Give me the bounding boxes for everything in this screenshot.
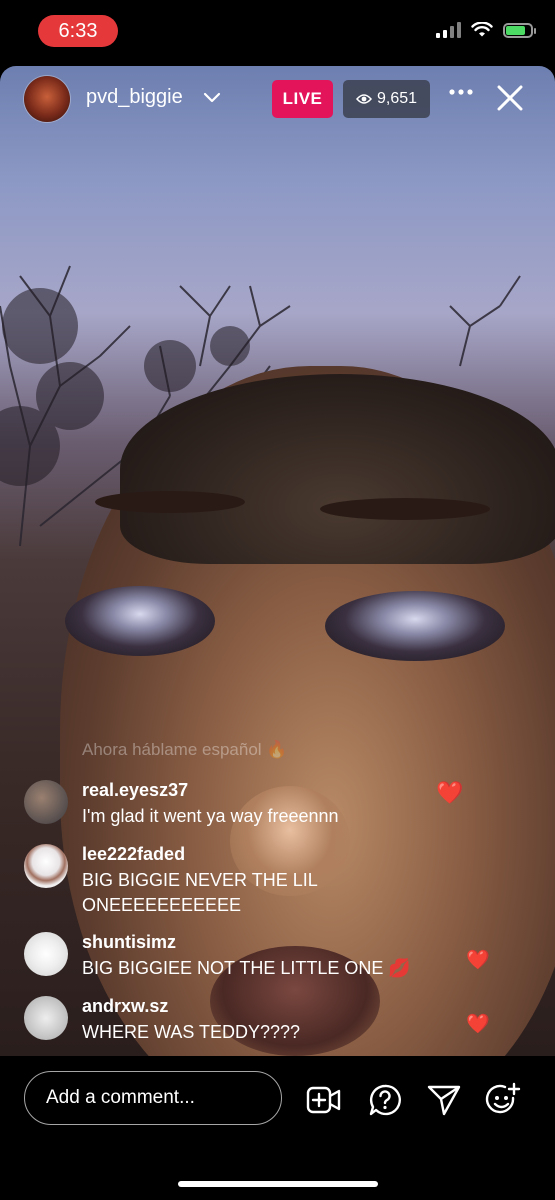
commenter-avatar[interactable] bbox=[24, 844, 68, 888]
left-eye-glitter bbox=[65, 586, 215, 656]
heart-icon: ❤️ bbox=[436, 780, 464, 805]
add-emoji-icon[interactable] bbox=[485, 1082, 521, 1118]
status-bar: 6:33 bbox=[0, 0, 555, 62]
right-eye-glitter bbox=[325, 591, 505, 661]
streamer-hair bbox=[120, 374, 555, 564]
heart-icon: ❤️ bbox=[466, 950, 490, 971]
faded-comment: Ahora háblame español 🔥 bbox=[82, 740, 288, 759]
comment-text: BIG BIGGIE NEVER THE LIL ONEEEEEEEEEEE bbox=[82, 870, 318, 915]
comment-text: BIG BIGGIEE NOT THE LITTLE ONE 💋 bbox=[82, 958, 411, 978]
commenter-username[interactable]: lee222faded bbox=[82, 844, 185, 865]
heart-icon: ❤️ bbox=[466, 1014, 490, 1035]
send-icon[interactable] bbox=[426, 1082, 462, 1118]
question-icon[interactable] bbox=[367, 1082, 403, 1118]
bottom-action-bar: Add a comment... bbox=[0, 1056, 555, 1200]
comment-text: WHERE WAS TEDDY???? bbox=[82, 1022, 301, 1042]
commenter-avatar[interactable] bbox=[24, 780, 68, 824]
comment-item: shuntisimz BIG BIGGIEE NOT THE LITTLE ON… bbox=[24, 932, 544, 984]
chevron-down-icon[interactable] bbox=[202, 88, 222, 108]
live-badge: LIVE bbox=[272, 80, 333, 118]
viewer-count-badge[interactable]: 9,651 bbox=[343, 80, 430, 118]
comment-item: real.eyesz37 I'm glad it went ya way fre… bbox=[24, 780, 544, 830]
commenter-username[interactable]: real.eyesz37 bbox=[82, 780, 188, 801]
close-icon[interactable] bbox=[494, 82, 526, 114]
streamer-avatar[interactable] bbox=[24, 76, 70, 122]
commenter-username[interactable]: shuntisimz bbox=[82, 932, 176, 953]
comment-text: I'm glad it went ya way freeennn bbox=[82, 806, 339, 826]
add-video-icon[interactable] bbox=[306, 1082, 342, 1118]
viewer-count: 9,651 bbox=[376, 90, 418, 107]
status-time: 6:33 bbox=[38, 15, 118, 47]
right-eyebrow bbox=[320, 498, 490, 520]
live-header: pvd_biggie LIVE 9,651 bbox=[0, 72, 555, 128]
commenter-avatar[interactable] bbox=[24, 932, 68, 976]
comment-item: lee222faded BIG BIGGIE NEVER THE LIL ONE… bbox=[24, 844, 544, 922]
left-eyebrow bbox=[95, 491, 245, 513]
cellular-signal-icon bbox=[436, 22, 461, 38]
add-comment-input[interactable]: Add a comment... bbox=[24, 1071, 282, 1125]
status-icons bbox=[436, 22, 536, 38]
home-indicator[interactable] bbox=[178, 1181, 378, 1187]
eye-icon bbox=[355, 94, 372, 104]
commenter-username[interactable]: andrxw.sz bbox=[82, 996, 168, 1017]
commenter-avatar[interactable] bbox=[24, 996, 68, 1040]
wifi-icon bbox=[471, 22, 493, 37]
more-icon[interactable] bbox=[448, 88, 474, 96]
streamer-username[interactable]: pvd_biggie bbox=[86, 86, 183, 109]
battery-icon bbox=[503, 22, 536, 38]
comment-item: andrxw.sz WHERE WAS TEDDY???? ❤️ bbox=[24, 996, 544, 1048]
